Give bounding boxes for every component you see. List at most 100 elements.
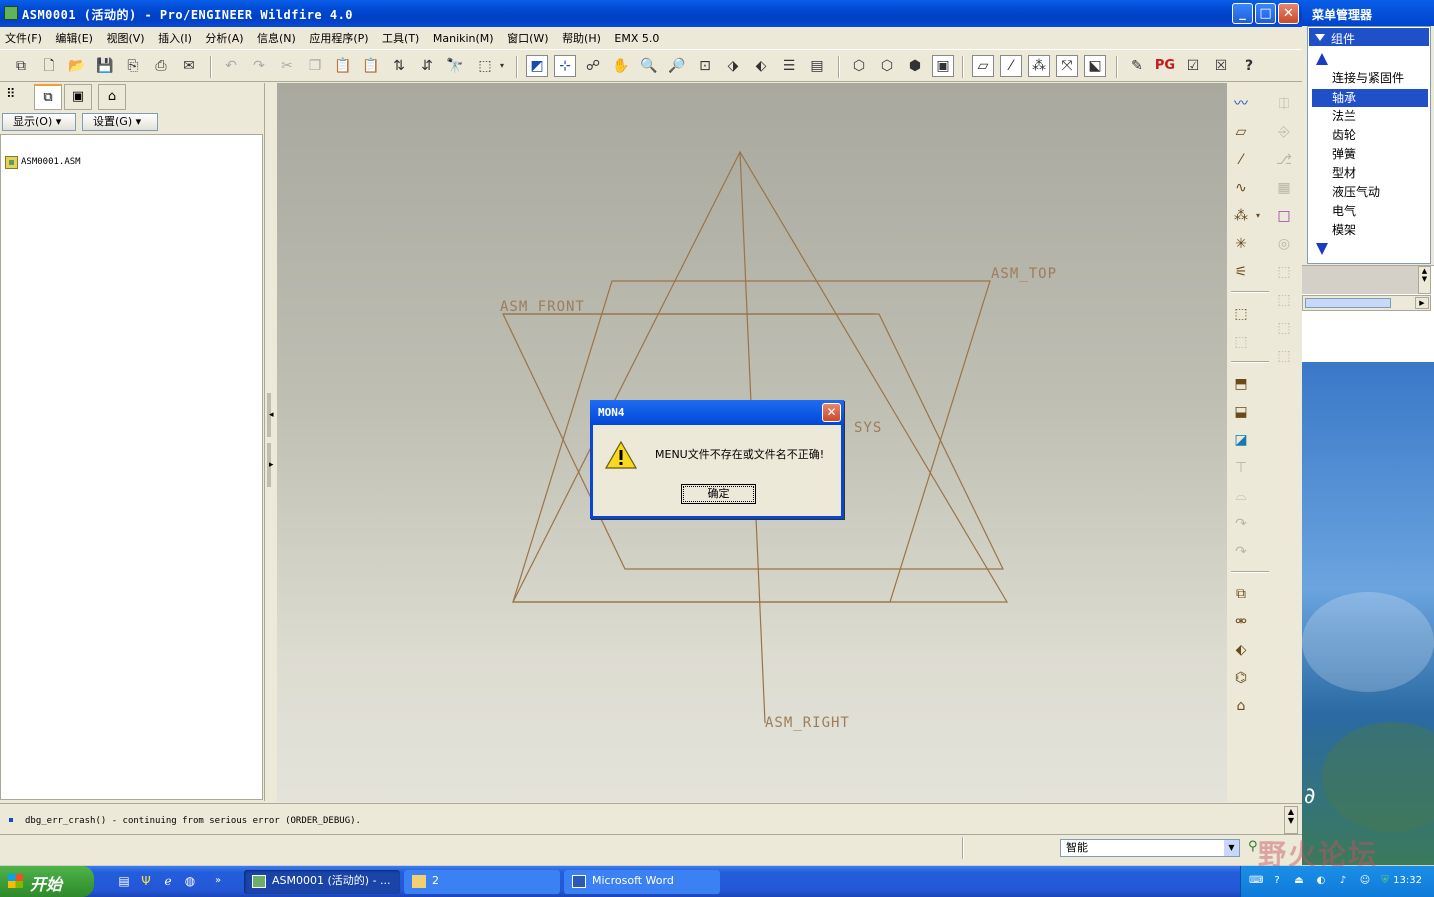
pg-icon[interactable]: PG: [1154, 55, 1176, 77]
find-icon[interactable]: 🔭: [444, 55, 466, 77]
tray-keyboard-icon[interactable]: ⌨: [1249, 875, 1263, 887]
task-word[interactable]: Microsoft Word: [564, 870, 720, 894]
wireframe-icon[interactable]: ⬡: [848, 55, 870, 77]
draft-icon[interactable]: ⎅: [1273, 93, 1295, 115]
offset-icon[interactable]: ◎: [1273, 233, 1295, 255]
tray-network-icon[interactable]: ◐: [1315, 875, 1327, 887]
menu-manager-title[interactable]: 菜单管理器: [1302, 0, 1434, 26]
expand-arrow-icon[interactable]: ▸: [269, 460, 274, 470]
undo-icon[interactable]: ↶: [220, 55, 242, 77]
datum-point-dropdown-icon[interactable]: ▾: [1253, 205, 1263, 227]
vertical-scrollbar[interactable]: ▲ ▼: [1418, 266, 1431, 294]
paste-special-icon[interactable]: 📋: [360, 55, 382, 77]
menu-item-spring[interactable]: 弹簧: [1312, 145, 1428, 163]
spin-center-icon[interactable]: ⊹: [554, 55, 576, 77]
menu-manikin[interactable]: Manikin(M): [428, 29, 499, 45]
selection-filter[interactable]: 智能 ▼: [1060, 839, 1240, 857]
pattern-icon[interactable]: ⎇: [1273, 149, 1295, 171]
settings-dropdown[interactable]: 设置(G) ▾: [82, 113, 158, 131]
orient-mode-icon[interactable]: ☍: [582, 55, 604, 77]
reorient-icon[interactable]: ⬗: [722, 55, 744, 77]
extrude-icon[interactable]: ⬒: [1230, 373, 1252, 395]
menu-item-mold-base[interactable]: 模架: [1312, 221, 1428, 239]
menu-view[interactable]: 视图(V): [101, 27, 149, 46]
menu-analysis[interactable]: 分析(A): [200, 27, 248, 46]
menu-applications[interactable]: 应用程序(P): [304, 27, 373, 46]
datum-curve-icon[interactable]: ∿: [1230, 177, 1252, 199]
save-icon[interactable]: 💾: [94, 55, 116, 77]
menu-item-gear[interactable]: 齿轮: [1312, 126, 1428, 144]
datum-plane-icon[interactable]: ▱: [1230, 121, 1252, 143]
tree-item-root[interactable]: ASM0001.ASM: [5, 155, 81, 169]
datum-point-icon[interactable]: ⁂: [1230, 205, 1252, 227]
minimize-button[interactable]: _: [1232, 3, 1253, 24]
save-copy-icon[interactable]: ⎘: [122, 55, 144, 77]
start-button[interactable]: 开始: [0, 866, 94, 897]
datum-planes-toggle-icon[interactable]: ▱: [972, 55, 994, 77]
pan-hand-icon[interactable]: ✋: [610, 55, 632, 77]
sweep-icon[interactable]: ◪: [1230, 429, 1252, 451]
repaint-icon[interactable]: ◩: [526, 55, 548, 77]
redo-icon[interactable]: ↷: [248, 55, 270, 77]
copy-icon[interactable]: ❐: [304, 55, 326, 77]
sketch-icon[interactable]: 〰: [1230, 93, 1252, 115]
window-check-icon[interactable]: ☑: [1182, 55, 1204, 77]
ok-button[interactable]: 确定: [681, 484, 756, 504]
tab-favorites[interactable]: ⌂: [98, 84, 126, 110]
close-button[interactable]: ✕: [1278, 3, 1299, 24]
menu-header-component[interactable]: 组件: [1309, 28, 1429, 46]
layers-icon[interactable]: ☰: [778, 55, 800, 77]
annotation-toggle-icon[interactable]: ⬕: [1084, 55, 1106, 77]
tray-user-icon[interactable]: ☺: [1359, 875, 1371, 887]
menu-info[interactable]: 信息(N): [252, 27, 301, 46]
horizontal-scrollbar[interactable]: ▶: [1302, 295, 1431, 311]
menu-help[interactable]: 帮助(H): [557, 27, 606, 46]
copy-feature-icon[interactable]: ⧉: [1230, 583, 1252, 605]
hole-icon[interactable]: ⊤: [1230, 457, 1252, 479]
menu-insert[interactable]: 插入(I): [153, 27, 197, 46]
navigator-toggle-icon[interactable]: ⠿: [6, 87, 16, 102]
quicklaunch-app-icon[interactable]: Ψ: [138, 873, 154, 889]
tab-model-tree[interactable]: ⧉: [34, 84, 62, 110]
create-component-icon[interactable]: ⬚: [1230, 331, 1252, 353]
tray-volume-icon[interactable]: ♪: [1337, 875, 1349, 887]
tray-device-icon[interactable]: ⏏: [1293, 875, 1305, 887]
regen-manager-icon[interactable]: ⇵: [416, 55, 438, 77]
scroll-right-arrow-icon[interactable]: ▶: [1415, 297, 1429, 309]
group-icon[interactable]: ▦: [1273, 177, 1295, 199]
thicken-icon[interactable]: ⬚: [1273, 261, 1295, 283]
datum-points-toggle-icon[interactable]: ⁂: [1028, 55, 1050, 77]
collapse-arrow-icon[interactable]: ◂: [269, 410, 274, 420]
notebook-icon[interactable]: ✎: [1126, 55, 1148, 77]
view-manager-icon[interactable]: ▤: [806, 55, 828, 77]
context-help-icon[interactable]: ?: [1238, 55, 1260, 77]
chevron-down-icon[interactable]: ▼: [1224, 840, 1239, 856]
component-interface-icon[interactable]: □: [1273, 205, 1295, 227]
maximize-button[interactable]: □: [1255, 3, 1276, 24]
no-hidden-icon[interactable]: ⬢: [904, 55, 926, 77]
cut-icon[interactable]: ✂: [276, 55, 298, 77]
trim-icon[interactable]: ⌬: [1230, 667, 1252, 689]
coord-system-icon[interactable]: ✳: [1230, 233, 1252, 255]
project-icon[interactable]: ⬚: [1273, 317, 1295, 339]
print-icon[interactable]: ⎙: [150, 55, 172, 77]
title-bar[interactable]: ASM0001 (活动的) - Pro/ENGINEER Wildfire 4.…: [0, 0, 1302, 27]
menu-item-fasteners[interactable]: 连接与紧固件: [1312, 69, 1428, 87]
zoom-out-icon[interactable]: 🔎: [666, 55, 688, 77]
rib-icon[interactable]: ⎆: [1273, 121, 1295, 143]
show-desktop-icon[interactable]: ▤: [116, 873, 132, 889]
solidify-icon[interactable]: ⬚: [1273, 289, 1295, 311]
task-folder[interactable]: 2: [404, 870, 560, 894]
menu-item-profile[interactable]: 型材: [1312, 164, 1428, 182]
selection-box-icon[interactable]: ⬚: [474, 55, 496, 77]
extend-icon[interactable]: ⌂: [1230, 695, 1252, 717]
menu-emx[interactable]: EMX 5.0: [609, 29, 664, 45]
shading-icon[interactable]: ▣: [932, 55, 954, 77]
regenerate-icon[interactable]: ⇅: [388, 55, 410, 77]
new-file-icon[interactable]: 🗋: [38, 55, 60, 77]
assemble-component-icon[interactable]: ⬚: [1230, 303, 1252, 325]
menu-edit[interactable]: 编辑(E): [50, 27, 98, 46]
menu-file[interactable]: 文件(F): [0, 27, 47, 46]
task-proe[interactable]: ASM0001 (活动的) - ...: [244, 870, 400, 894]
clock[interactable]: 13:32: [1393, 875, 1422, 886]
